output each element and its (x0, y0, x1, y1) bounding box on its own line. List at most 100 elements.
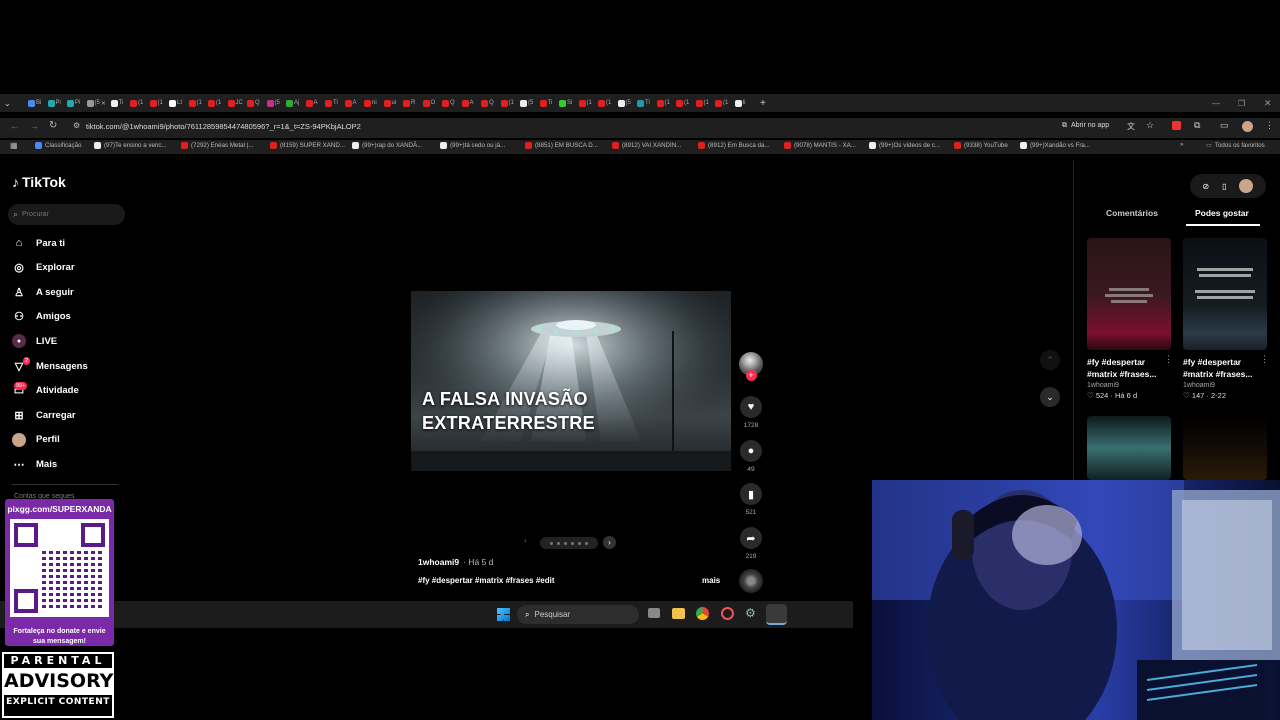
sidebar-item-a-seguir[interactable]: ♙ A seguir (12, 285, 74, 299)
browser-tab[interactable]: JC (227, 96, 244, 110)
forward-icon[interactable]: → (30, 121, 39, 131)
browser-tab[interactable]: Aj (286, 96, 302, 110)
bookmark-item[interactable]: (8851) EM BUSCA D... (525, 142, 598, 149)
user-avatar[interactable] (1239, 179, 1254, 193)
browser-tab[interactable]: (1 (208, 96, 224, 110)
search-bar[interactable]: ⌕ (8, 204, 125, 225)
recommendation-author[interactable]: 1whoami9 (1087, 382, 1171, 389)
close-window-icon[interactable]: ✕ (1264, 98, 1272, 109)
comment-icon[interactable]: ● (740, 440, 762, 462)
browser-tab[interactable]: (1 (500, 96, 517, 110)
share-action[interactable]: ➦ 219 (738, 527, 764, 560)
all-favorites-folder[interactable]: ▭ Todos os favoritos (1206, 142, 1265, 149)
recommendation-thumbnail[interactable] (1087, 238, 1171, 350)
browser-tab[interactable]: (1 (676, 96, 692, 110)
browser-tab[interactable]: R (403, 96, 419, 110)
recommendation-thumbnail[interactable] (1183, 238, 1267, 350)
carousel-prev-icon[interactable]: ‹ (524, 536, 527, 545)
carousel-dot[interactable] (564, 541, 567, 545)
like-action[interactable]: ♥ 1728 (738, 396, 764, 429)
post-caption[interactable]: #fy #despertar #matrix #frases #edit (418, 576, 555, 585)
bookmark-item[interactable]: (8912) VAI XANDIN... (612, 142, 681, 149)
carousel-dots[interactable] (540, 537, 598, 549)
maximize-icon[interactable]: ❐ (1238, 99, 1245, 108)
apps-grid-icon[interactable]: ▦ (10, 141, 18, 150)
browser-tab[interactable]: Ti (539, 96, 556, 110)
carousel-dot[interactable] (557, 541, 560, 545)
url-field[interactable]: tiktok.com/@1whoami9/photo/7611285985447… (86, 120, 361, 134)
browser-tab[interactable]: Bi (28, 96, 44, 110)
next-post-button[interactable]: ⌄ (1040, 387, 1060, 407)
heart-icon[interactable]: ♥ (740, 396, 762, 418)
music-disc[interactable] (739, 569, 763, 593)
extension-icon[interactable]: ⧉ (1194, 120, 1200, 131)
browser-tab[interactable]: Q (247, 96, 263, 110)
tab-podes-gostar[interactable]: Podes gostar (1195, 208, 1249, 218)
browser-tab[interactable]: (1 (188, 96, 205, 110)
sidebar-item-para-ti[interactable]: ⌂ Para ti (12, 236, 65, 250)
browser-tab[interactable]: (5 ✕ (86, 96, 107, 110)
browser-tab[interactable]: (1 (598, 96, 614, 110)
bookmark-star-icon[interactable]: ☆ (1146, 120, 1154, 131)
carousel-dot[interactable] (550, 541, 553, 545)
browser-tab[interactable]: (1 (130, 96, 146, 110)
history-icon[interactable]: ⊘ (1202, 182, 1209, 191)
sidebar-item-explorar[interactable]: ◎ Explorar (12, 261, 74, 275)
more-bookmarks-icon[interactable]: » (1180, 141, 1183, 148)
carousel-next-button[interactable]: › (603, 536, 616, 549)
browser-tab[interactable]: O (422, 96, 439, 110)
bookmark-item[interactable]: (7292) Enéas Metal |... (181, 142, 253, 149)
sidebar-item-mais[interactable]: ⋯ Mais (12, 457, 58, 471)
post-image[interactable]: A FALSA INVASÃO EXTRATERRESTRE (411, 291, 731, 471)
browser-tab[interactable]: (1 (715, 96, 731, 110)
recommendation-thumbnail[interactable] (1087, 416, 1171, 480)
browser-tab[interactable]: (5 (266, 96, 283, 110)
caption-more-link[interactable]: mais (702, 576, 720, 585)
browser-tab[interactable]: Q (442, 96, 458, 110)
bookmark-item[interactable]: (8159) SUPER XAND... (270, 142, 345, 149)
creator-avatar-button[interactable]: + (738, 352, 764, 381)
browser-tab[interactable]: Ti (110, 96, 127, 110)
browser-tab[interactable]: Lt (169, 96, 185, 110)
device-icon[interactable]: ▯ (1222, 182, 1226, 191)
sidebar-item-perfil[interactable]: ◉ Perfil (12, 432, 60, 447)
taskbar-search[interactable]: ⌕ Pesquisar (517, 605, 639, 624)
browser-tab[interactable]: Si (559, 96, 575, 110)
recommendation-menu-icon[interactable]: ⋮ (1260, 354, 1269, 365)
recommendation-thumbnail[interactable] (1183, 416, 1267, 480)
browser-tab[interactable]: Pi (47, 96, 64, 110)
split-view-icon[interactable]: ▭ (1220, 120, 1229, 131)
reload-icon[interactable]: ↻ (49, 120, 57, 131)
browser-tab[interactable]: (1 (695, 96, 712, 110)
recommendation-card[interactable]: #fy #despertar #matrix #frases... 1whoami… (1183, 238, 1269, 400)
recommendation-card[interactable]: #fy #despertar #matrix #frases... 1whoami… (1087, 238, 1173, 400)
tab-close-icon[interactable]: ✕ (101, 100, 106, 107)
windows-start-icon[interactable] (497, 608, 510, 621)
browser-tab[interactable]: (5 (617, 96, 634, 110)
browser-tab[interactable]: A (344, 96, 361, 110)
bookmark-item[interactable]: (99+)tá cedo ou já... (440, 142, 505, 149)
tab-list-chevron-icon[interactable]: ⌄ (4, 99, 20, 108)
bookmark-item[interactable]: Classificação (35, 142, 81, 149)
browser-tab[interactable]: (1 (656, 96, 673, 110)
bookmark-icon[interactable]: ▮ (740, 483, 762, 505)
post-author[interactable]: 1whoami9 (418, 557, 459, 567)
browser-tab[interactable]: Q (481, 96, 497, 110)
comment-action[interactable]: ● 49 (738, 440, 764, 473)
follow-plus-icon[interactable]: + (745, 370, 757, 381)
steam-icon[interactable] (766, 604, 787, 625)
file-explorer-icon[interactable] (672, 608, 685, 619)
carousel-dot[interactable] (585, 541, 588, 545)
bookmark-item[interactable]: (97)Te ensino a venc... (94, 142, 167, 149)
task-view-icon[interactable] (648, 608, 660, 618)
site-info-icon[interactable]: ⚙ (73, 121, 80, 130)
minimize-icon[interactable]: — (1212, 99, 1220, 108)
save-action[interactable]: ▮ 521 (738, 483, 764, 516)
bookmark-item[interactable]: (99+)Xandão vs Fra... (1020, 142, 1090, 149)
bookmark-item[interactable]: (99+)Os vídeos de c... (869, 142, 940, 149)
browser-tab[interactable]: (5 (520, 96, 536, 110)
sidebar-item-live[interactable]: ● LIVE (12, 334, 57, 349)
menu-icon[interactable]: ⋮ (1265, 120, 1274, 131)
carousel-dot[interactable] (571, 541, 574, 545)
browser-tab[interactable]: (1 (578, 96, 595, 110)
